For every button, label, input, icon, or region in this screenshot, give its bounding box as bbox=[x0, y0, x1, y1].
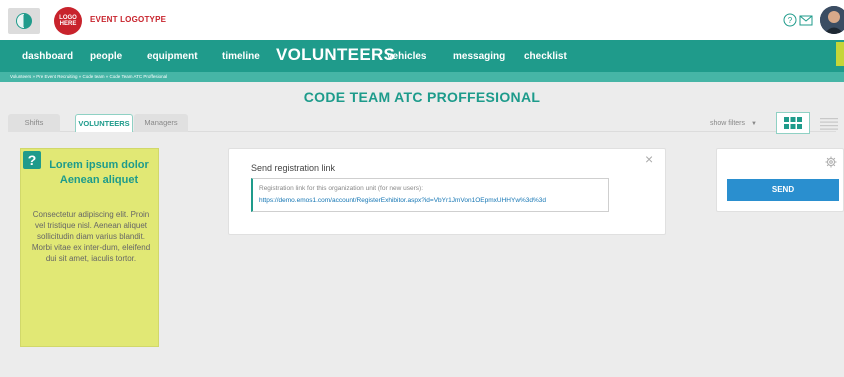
help-card-title: Lorem ipsum dolor Aenean aliquet bbox=[49, 159, 149, 186]
avatar-image bbox=[820, 6, 844, 34]
chevron-down-icon: ▼ bbox=[750, 121, 757, 127]
help-circle-icon[interactable]: ? bbox=[783, 13, 797, 27]
nav-checklist[interactable]: checklist bbox=[524, 51, 567, 62]
show-filters-toggle[interactable]: show filters ▼ bbox=[710, 120, 757, 127]
grid-view-button[interactable] bbox=[776, 112, 810, 134]
mail-icon[interactable] bbox=[799, 13, 813, 27]
registration-link-description: Registration link for this organization … bbox=[259, 185, 424, 192]
breadcrumb[interactable]: Volunteers » Pre Event Recruiting » Code… bbox=[0, 72, 844, 82]
send-button[interactable]: SEND bbox=[727, 179, 839, 201]
nav-side-tab[interactable] bbox=[836, 42, 844, 66]
list-icon bbox=[820, 118, 838, 130]
top-header: LOGO HERE EVENT LOGOTYPE ? bbox=[0, 0, 844, 40]
page-title: CODE TEAM ATC PROFFESIONAL bbox=[303, 89, 541, 105]
nav-people[interactable]: people bbox=[90, 51, 122, 62]
svg-text:?: ? bbox=[788, 16, 793, 25]
close-icon[interactable]: × bbox=[645, 151, 653, 167]
help-card-text: Consectetur adipiscing elit. Proin vel t… bbox=[31, 210, 151, 263]
registration-link[interactable]: https://demo.emos1.com/account/RegisterE… bbox=[259, 197, 546, 204]
send-panel: SEND bbox=[716, 148, 844, 212]
nav-messaging[interactable]: messaging bbox=[453, 51, 505, 62]
show-filters-label: show filters bbox=[710, 120, 746, 127]
tab-managers[interactable]: Managers bbox=[134, 114, 188, 132]
tab-shifts[interactable]: Shifts bbox=[8, 114, 60, 132]
nav-timeline[interactable]: timeline bbox=[222, 51, 260, 62]
gear-icon[interactable] bbox=[825, 156, 837, 168]
main-navigation: dashboard people equipment timeline VOLU… bbox=[0, 40, 844, 72]
app-home-button[interactable] bbox=[8, 8, 40, 34]
nav-dashboard[interactable]: dashboard bbox=[22, 51, 73, 62]
event-logo: LOGO HERE bbox=[54, 7, 82, 35]
list-view-button[interactable] bbox=[818, 114, 840, 134]
nav-equipment[interactable]: equipment bbox=[147, 51, 198, 62]
event-logotype: EVENT LOGOTYPE bbox=[90, 15, 167, 24]
nav-vehicles[interactable]: vehicles bbox=[387, 51, 426, 62]
registration-panel-title: Send registration link bbox=[251, 163, 336, 173]
tab-volunteers[interactable]: VOLUNTEERS bbox=[75, 114, 133, 132]
leaf-icon bbox=[16, 13, 32, 29]
help-card: ? Lorem ipsum dolor Aenean aliquet Conse… bbox=[20, 148, 159, 347]
grid-icon bbox=[784, 117, 802, 129]
registration-link-panel: Send registration link × Registration li… bbox=[228, 148, 666, 235]
user-avatar[interactable] bbox=[820, 6, 844, 34]
registration-link-box: Registration link for this organization … bbox=[251, 178, 609, 212]
nav-volunteers[interactable]: VOLUNTEERS bbox=[276, 45, 395, 65]
